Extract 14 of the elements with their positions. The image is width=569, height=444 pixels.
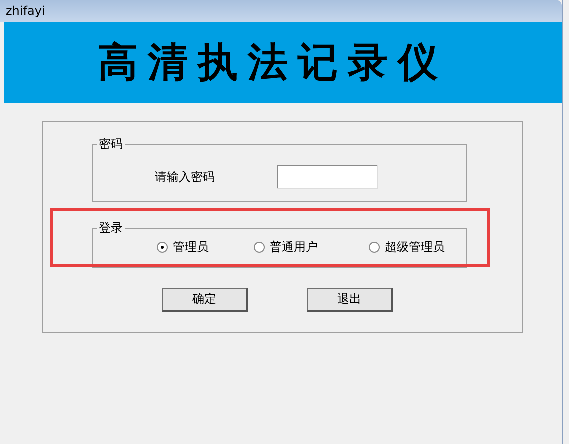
- group-label: 登录: [98, 220, 124, 237]
- password-field[interactable]: [277, 165, 378, 189]
- radio-option[interactable]: 普通用户: [254, 239, 369, 256]
- radio-icon[interactable]: [157, 242, 168, 253]
- password-label: 请输入密码: [155, 168, 215, 186]
- group-label: 密码: [98, 136, 124, 153]
- radio-option[interactable]: 超级管理员: [369, 239, 466, 256]
- radio-icon[interactable]: [254, 242, 265, 253]
- radio-icon[interactable]: [369, 242, 380, 253]
- banner-title: 高清执法记录仪: [98, 39, 449, 87]
- radio-option[interactable]: 管理员: [157, 239, 254, 256]
- confirm-button[interactable]: 确定: [162, 288, 248, 312]
- exit-button[interactable]: 退出: [307, 288, 393, 312]
- window-title: zhifayi: [6, 4, 46, 18]
